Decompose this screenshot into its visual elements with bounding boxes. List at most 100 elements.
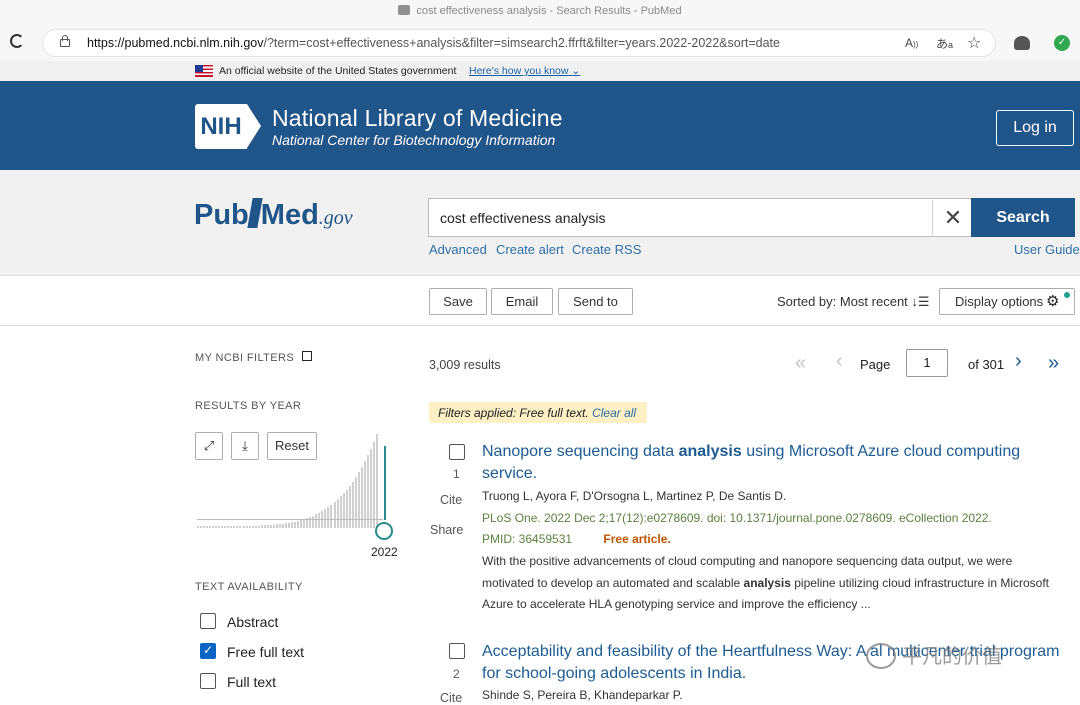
display-options-button[interactable]: Display options ⚙	[939, 288, 1075, 315]
year-bar[interactable]	[249, 526, 251, 528]
year-bar[interactable]	[227, 526, 229, 528]
year-bar[interactable]	[276, 524, 278, 528]
year-bar[interactable]	[285, 523, 287, 528]
year-bar[interactable]	[343, 493, 345, 528]
result-1-checkbox[interactable]	[449, 444, 465, 460]
prev-page-icon[interactable]: ‹	[836, 350, 843, 373]
year-histogram[interactable]	[197, 430, 393, 530]
year-bar[interactable]	[297, 521, 299, 528]
year-bar[interactable]	[255, 526, 257, 528]
year-bar[interactable]	[367, 455, 369, 528]
year-bar[interactable]	[315, 514, 317, 528]
first-page-icon[interactable]: «	[795, 352, 806, 375]
year-bar[interactable]	[224, 526, 226, 528]
year-bar[interactable]	[352, 482, 354, 528]
year-bar[interactable]	[215, 526, 217, 528]
create-alert-link[interactable]: Create alert	[496, 242, 564, 257]
year-bar[interactable]	[267, 525, 269, 528]
year-bar[interactable]	[288, 523, 290, 528]
year-bar[interactable]	[294, 522, 296, 528]
year-bar[interactable]	[334, 502, 336, 528]
full-text-label[interactable]: Full text	[227, 674, 276, 690]
last-page-icon[interactable]: »	[1048, 352, 1059, 375]
refresh-icon[interactable]	[10, 34, 24, 48]
year-bar[interactable]	[258, 526, 260, 528]
send-to-button[interactable]: Send to	[558, 288, 633, 315]
year-bar[interactable]	[370, 449, 372, 528]
user-guide-link[interactable]: User Guide	[1014, 242, 1080, 257]
result-1-title[interactable]: Nanopore sequencing data analysis using …	[482, 441, 1062, 485]
year-bar[interactable]	[373, 442, 375, 528]
url-text[interactable]: https://pubmed.ncbi.nlm.nih.gov/?term=co…	[87, 36, 780, 50]
abstract-checkbox[interactable]	[200, 613, 216, 629]
sort-control[interactable]: Sorted by: Most recent ↓☰	[777, 294, 930, 310]
search-input[interactable]: cost effectiveness analysis ✕	[428, 198, 972, 237]
pubmed-logo[interactable]: Pub Med.gov	[194, 198, 353, 238]
year-bar[interactable]	[203, 526, 205, 528]
year-bar[interactable]	[312, 516, 314, 528]
year-bar[interactable]	[264, 525, 266, 528]
address-bar[interactable]: https://pubmed.ncbi.nlm.nih.gov/?term=co…	[42, 29, 996, 57]
year-bar[interactable]	[239, 526, 241, 528]
clear-icon[interactable]: ✕	[940, 205, 966, 231]
year-bar[interactable]	[303, 519, 305, 528]
gov-banner-link[interactable]: Here's how you know ⌄	[469, 65, 580, 77]
result-2-cite-button[interactable]: Cite	[440, 691, 462, 705]
free-full-text-checkbox[interactable]: ✓	[200, 643, 216, 659]
year-bar[interactable]	[243, 526, 245, 528]
result-2-checkbox[interactable]	[449, 643, 465, 659]
year-bar[interactable]	[300, 520, 302, 528]
my-ncbi-filters[interactable]: MY NCBI FILTERS	[195, 351, 312, 364]
year-bar[interactable]	[200, 526, 202, 528]
save-button[interactable]: Save	[429, 288, 487, 315]
year-bar[interactable]	[230, 526, 232, 528]
year-bar[interactable]	[209, 526, 211, 528]
advanced-link[interactable]: Advanced	[429, 242, 487, 257]
year-bar[interactable]	[233, 526, 235, 528]
clear-all-link[interactable]: Clear all	[592, 406, 636, 420]
login-button[interactable]: Log in	[996, 110, 1074, 146]
year-bar[interactable]	[291, 522, 293, 528]
year-bar[interactable]	[327, 507, 329, 528]
favorites-add-icon[interactable]: ☆	[967, 33, 981, 53]
year-bar[interactable]	[337, 499, 339, 528]
selected-year-bar[interactable]	[384, 446, 386, 520]
tab-title[interactable]: cost effectiveness analysis - Search Res…	[0, 5, 1080, 17]
next-page-icon[interactable]: ›	[1015, 350, 1022, 373]
year-bar[interactable]	[355, 477, 357, 528]
search-button[interactable]: Search	[971, 198, 1075, 237]
year-bar[interactable]	[270, 525, 272, 528]
free-full-text-label[interactable]: Free full text	[227, 644, 304, 660]
translate-icon[interactable]: あa	[936, 35, 953, 52]
profile-icon[interactable]: ✓	[1054, 35, 1070, 51]
email-button[interactable]: Email	[491, 288, 553, 315]
year-bar[interactable]	[346, 490, 348, 528]
year-bar[interactable]	[364, 461, 366, 528]
year-bar[interactable]	[318, 513, 320, 528]
page-number-input[interactable]: 1	[906, 349, 948, 377]
year-bar[interactable]	[218, 526, 220, 528]
full-text-checkbox[interactable]	[200, 673, 216, 689]
year-slider-handle[interactable]	[375, 522, 393, 540]
year-bar[interactable]	[206, 526, 208, 528]
year-bar[interactable]	[376, 434, 378, 528]
year-bar[interactable]	[330, 505, 332, 528]
year-bar[interactable]	[273, 525, 275, 528]
read-aloud-icon[interactable]: A))	[905, 36, 918, 50]
result-1-cite-button[interactable]: Cite	[440, 493, 462, 507]
year-bar[interactable]	[279, 524, 281, 528]
year-bar[interactable]	[340, 496, 342, 528]
year-bar[interactable]	[282, 524, 284, 528]
abstract-label[interactable]: Abstract	[227, 614, 278, 630]
year-bar[interactable]	[221, 526, 223, 528]
create-rss-link[interactable]: Create RSS	[572, 242, 641, 257]
year-bar[interactable]	[236, 526, 238, 528]
result-1-share-button[interactable]: Share	[430, 523, 463, 537]
year-bar[interactable]	[212, 526, 214, 528]
nih-logo[interactable]: NIH	[195, 104, 265, 149]
year-bar[interactable]	[246, 526, 248, 528]
year-bar[interactable]	[349, 486, 351, 528]
year-bar[interactable]	[197, 526, 199, 528]
year-bar[interactable]	[261, 525, 263, 528]
year-bar[interactable]	[252, 526, 254, 528]
